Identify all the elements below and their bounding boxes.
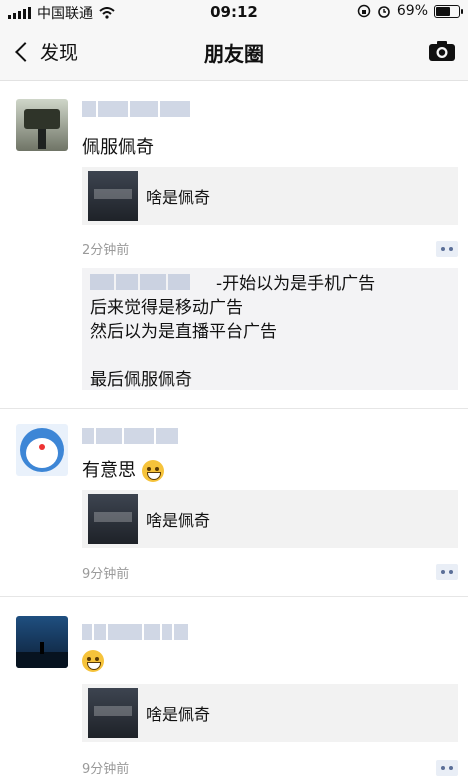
nickname-blurred[interactable] — [82, 428, 178, 444]
post-text-content: 有意思 — [82, 460, 136, 481]
post-text: 佩服佩奇 — [82, 137, 154, 158]
nickname-blurred[interactable] — [82, 624, 188, 640]
battery-icon — [434, 4, 463, 18]
comment-line: -开始以为是手机广告 — [216, 274, 376, 294]
grin-emoji-icon — [141, 460, 164, 482]
comment-line: 然后以为是直播平台广告 — [90, 322, 277, 342]
post-time: 2分钟前 — [82, 243, 130, 258]
post-text — [82, 650, 104, 672]
link-title: 啥是佩奇 — [146, 705, 211, 724]
post-time: 9分钟前 — [82, 762, 130, 777]
battery-percent: 69% — [396, 3, 428, 19]
comment-line: 最后佩服佩奇 — [90, 370, 192, 390]
post-divider — [0, 408, 468, 409]
status-bar: 中国联通 09:12 69% — [0, 0, 468, 24]
grin-emoji-icon — [82, 650, 104, 672]
shared-link-card[interactable]: 啥是佩奇 — [82, 684, 458, 742]
post-time: 9分钟前 — [82, 567, 130, 582]
avatar[interactable] — [16, 424, 68, 476]
page-title: 朋友圈 — [204, 42, 264, 66]
shared-link-card[interactable]: 啥是佩奇 — [82, 167, 458, 225]
link-title: 啥是佩奇 — [146, 511, 211, 530]
link-thumbnail — [88, 171, 138, 221]
link-title: 啥是佩奇 — [146, 188, 211, 207]
nickname-blurred[interactable] — [82, 101, 190, 117]
avatar[interactable] — [16, 99, 68, 151]
comment-action-icon[interactable] — [436, 760, 458, 776]
comment-line: 后来觉得是移动广告 — [90, 298, 243, 318]
comment-area: -开始以为是手机广告 后来觉得是移动广告 然后以为是直播平台广告 最后佩服佩奇 — [82, 268, 458, 390]
comment-action-icon[interactable] — [436, 564, 458, 580]
post-text: 有意思 — [82, 456, 164, 482]
comment-line — [90, 344, 450, 368]
post-divider — [0, 596, 468, 597]
camera-icon[interactable] — [428, 40, 456, 62]
alarm-icon — [378, 6, 390, 18]
status-right: 69% — [357, 3, 463, 19]
avatar[interactable] — [16, 616, 68, 668]
shared-link-card[interactable]: 啥是佩奇 — [82, 490, 458, 548]
nav-bar: 发现 朋友圈 — [0, 24, 468, 81]
link-thumbnail — [88, 688, 138, 738]
link-thumbnail — [88, 494, 138, 544]
lock-rotation-icon — [357, 4, 371, 18]
comment-action-icon[interactable] — [436, 241, 458, 257]
